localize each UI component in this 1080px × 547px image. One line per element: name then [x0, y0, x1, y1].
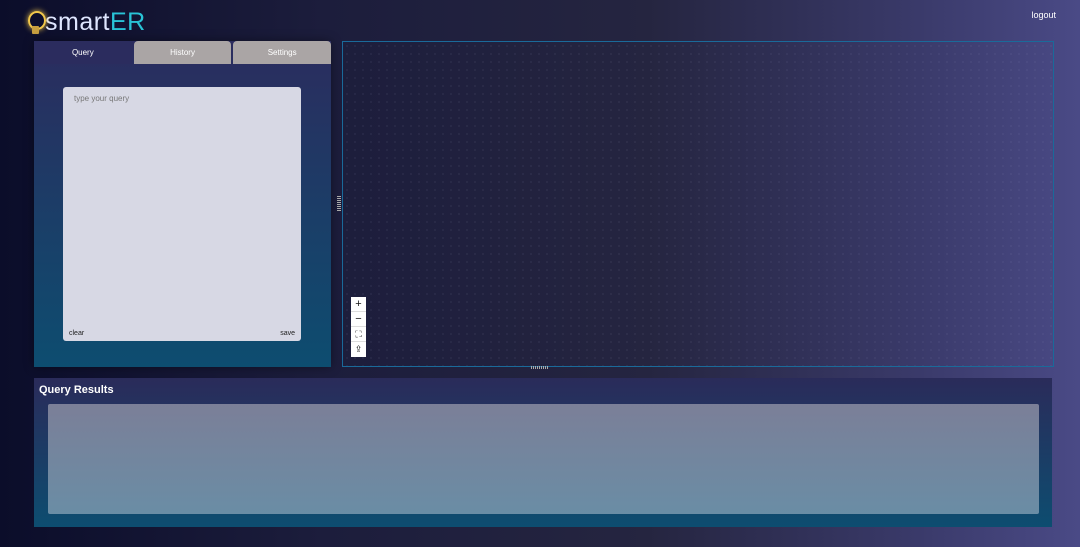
tab-bar: Query History Settings	[34, 41, 332, 64]
zoom-out-icon[interactable]: −	[351, 312, 366, 327]
horizontal-resize-handle[interactable]	[531, 366, 548, 369]
zoom-in-icon[interactable]: +	[351, 297, 366, 312]
logo: smartER	[27, 8, 146, 37]
vertical-resize-handle[interactable]	[337, 196, 341, 211]
logout-link[interactable]: logout	[1031, 10, 1056, 20]
fit-view-icon[interactable]: ⛶	[351, 327, 366, 342]
canvas-controls: + − ⛶ ⇪	[351, 297, 366, 357]
results-title: Query Results	[39, 384, 114, 396]
save-button[interactable]: save	[280, 330, 295, 337]
tab-history[interactable]: History	[133, 41, 232, 64]
clear-button[interactable]: clear	[69, 330, 84, 337]
results-panel: Query Results	[34, 378, 1052, 527]
tab-query[interactable]: Query	[34, 41, 132, 64]
query-editor: clear save	[63, 87, 301, 341]
graph-canvas[interactable]	[342, 41, 1054, 367]
logo-text-smart: smart	[45, 8, 110, 36]
export-icon[interactable]: ⇪	[351, 342, 366, 357]
tab-settings[interactable]: Settings	[233, 41, 332, 64]
query-input[interactable]	[63, 87, 301, 307]
lightbulb-icon	[27, 10, 46, 36]
results-area	[48, 404, 1039, 514]
query-panel: Query History Settings clear save	[34, 41, 332, 367]
logo-text-er: ER	[110, 8, 146, 36]
